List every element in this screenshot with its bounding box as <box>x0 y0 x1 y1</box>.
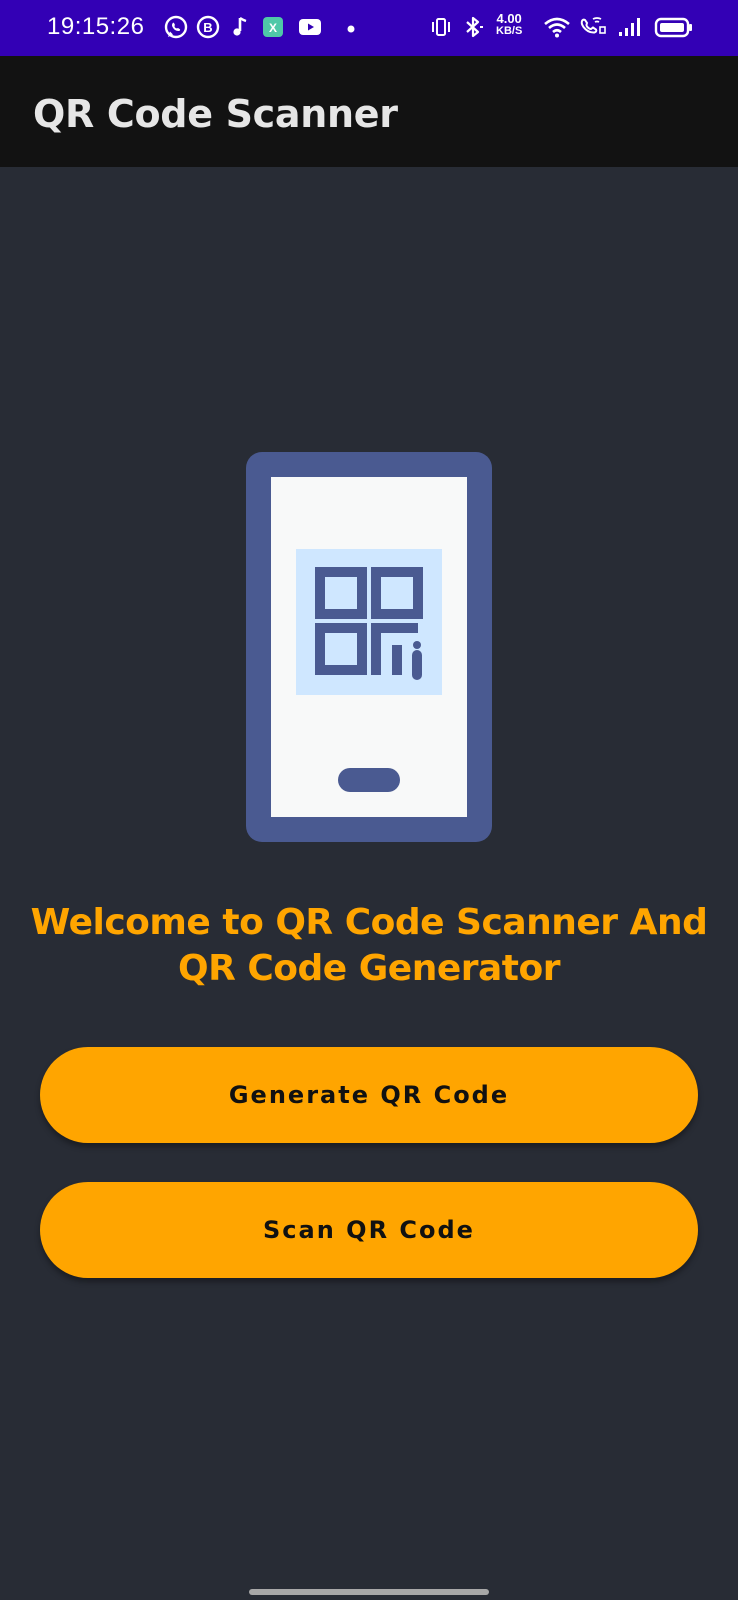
battery-icon <box>654 17 692 38</box>
app-bar: QR Code Scanner <box>0 56 738 167</box>
network-speed-unit: KB/S <box>496 25 523 37</box>
whatsapp-icon <box>164 15 188 39</box>
phone-qr-icon <box>246 452 492 842</box>
status-bar: 19:15:26 B X 4.00 KB/S <box>0 0 738 56</box>
svg-text:X: X <box>269 21 277 35</box>
scan-qr-code-button[interactable]: Scan QR Code <box>40 1182 698 1278</box>
vibrate-icon <box>432 18 450 36</box>
wifi-icon <box>544 17 570 38</box>
dot-icon <box>347 25 355 33</box>
music-note-icon <box>233 16 247 36</box>
svg-text:B: B <box>203 20 212 35</box>
app-badge-icon: X <box>263 17 283 37</box>
home-indicator[interactable] <box>249 1589 489 1595</box>
b-app-icon: B <box>196 15 220 39</box>
youtube-icon <box>299 19 321 35</box>
generate-qr-code-button[interactable]: Generate QR Code <box>40 1047 698 1143</box>
signal-icon <box>619 18 640 36</box>
wifi-calling-icon <box>580 17 606 34</box>
network-speed: 4.00 KB/S <box>496 12 522 38</box>
welcome-text: Welcome to QR Code Scanner And QR Code G… <box>30 902 708 989</box>
network-speed-value: 4.00 <box>496 11 522 26</box>
app-title: QR Code Scanner <box>33 92 398 136</box>
bluetooth-icon <box>466 16 483 38</box>
status-time: 19:15:26 <box>47 13 145 40</box>
